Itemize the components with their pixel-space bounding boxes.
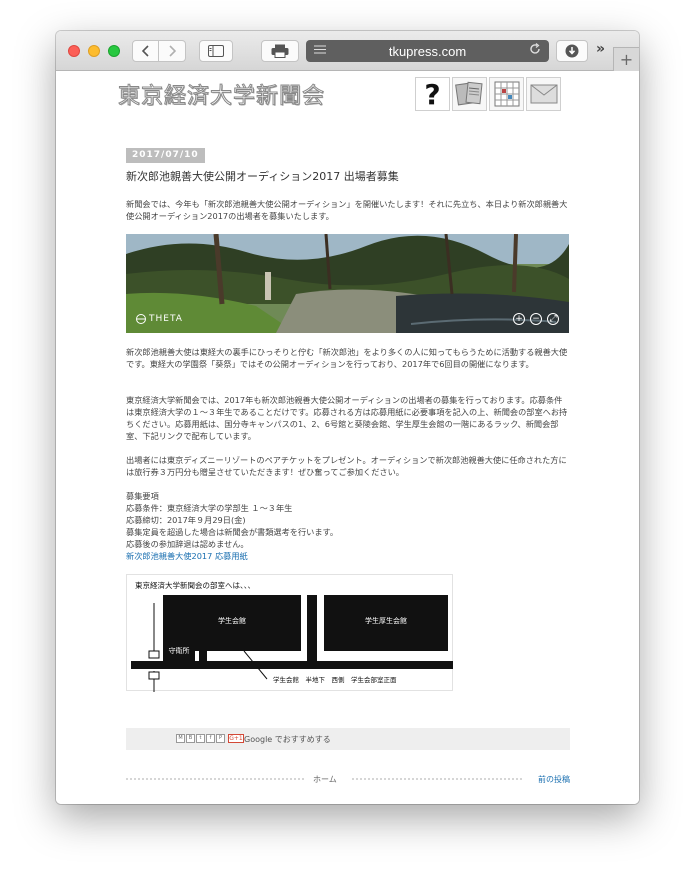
- browser-toolbar: tkupress.com » +: [56, 31, 639, 71]
- address-url: tkupress.com: [388, 43, 467, 59]
- map-building-left: 学生会館: [218, 616, 246, 625]
- navigation-buttons: [132, 40, 186, 62]
- post-date: 2017/07/10: [126, 148, 205, 163]
- print-button[interactable]: [261, 40, 299, 62]
- header-icon-nav: ?: [415, 77, 561, 111]
- theta-logo: THETA: [136, 314, 183, 324]
- post-footer-nav: ホーム 前の投稿: [126, 772, 570, 786]
- post-title[interactable]: 新次郎池親善大使公開オーディション2017 出場者募集: [126, 168, 399, 184]
- panorama-controls: + − ⤢: [513, 313, 559, 325]
- toolbar-overflow-icon[interactable]: »: [596, 41, 605, 57]
- zoom-out-icon[interactable]: −: [530, 313, 542, 325]
- question-icon[interactable]: ?: [415, 77, 450, 111]
- previous-post-link[interactable]: 前の投稿: [538, 774, 570, 785]
- browser-window: tkupress.com » + 東京経済大学新聞会 ? 2017/07/10: [56, 31, 639, 804]
- requirement-item: 応募締切：2017年９月29日(金): [126, 515, 246, 525]
- new-tab-button[interactable]: +: [613, 47, 639, 71]
- chevron-left-icon: [141, 45, 149, 57]
- panorama-viewer[interactable]: THETA + − ⤢: [126, 234, 569, 333]
- close-window-button[interactable]: [68, 45, 80, 57]
- map-drawing: 東京経済大学新聞会の部室へは、、、 学生会館 学生厚生会館 守衛所 学生会館 半…: [131, 580, 453, 692]
- post-intro: 新聞会では、今年も「新次郎池親善大使公開オーディション」を開催いたします！それに…: [126, 199, 568, 221]
- map-caption: 東京経済大学新聞会の部室へは、、、: [135, 580, 255, 590]
- zoom-window-button[interactable]: [108, 45, 120, 57]
- sidebar-icon: [208, 45, 224, 57]
- post-body-3: 出場者には東京ディズニーリゾートのペアチケットをプレゼント。オーディションで新次…: [126, 455, 567, 477]
- blog-share-icon[interactable]: B: [186, 734, 195, 743]
- post-body-1: 新次郎池親善大使は東経大の裏手にひっそりと佇む「新次郎池」をより多くの人に知って…: [126, 347, 568, 369]
- map-guard-house: 守衛所: [169, 646, 190, 655]
- printer-icon: [271, 44, 289, 58]
- map-building-right: 学生厚生会館: [365, 616, 407, 625]
- address-bar[interactable]: tkupress.com: [306, 40, 549, 62]
- chevron-right-icon: [169, 45, 176, 57]
- minimize-window-button[interactable]: [88, 45, 100, 57]
- share-icons: M B t f P G+1: [176, 734, 244, 743]
- back-button[interactable]: [132, 40, 159, 62]
- requirements-block: 募集要項 応募条件：東京経済大学の学部生 １～３年生 応募締切：2017年９月2…: [126, 490, 570, 562]
- site-logo[interactable]: 東京経済大学新聞会: [117, 78, 325, 110]
- reload-icon[interactable]: [529, 43, 541, 58]
- email-share-icon[interactable]: M: [176, 734, 185, 743]
- downloads-button[interactable]: [556, 40, 588, 62]
- requirement-item: 応募後の参加辞退は認めません。: [126, 539, 249, 549]
- google-plus-one-button[interactable]: G+1: [228, 734, 244, 743]
- pinterest-share-icon[interactable]: P: [216, 734, 225, 743]
- reader-view-icon[interactable]: [314, 44, 326, 58]
- requirement-item: 応募条件：東京経済大学の学部生 １～３年生: [126, 503, 293, 513]
- divider-dots: [126, 778, 304, 780]
- panorama-image: [126, 234, 569, 333]
- mail-icon[interactable]: [526, 77, 561, 111]
- club-room-map: 東京経済大学新聞会の部室へは、、、 学生会館 学生厚生会館 守衛所 学生会館 半…: [126, 574, 453, 692]
- google-recommend-text: Google でおすすめする: [244, 735, 331, 744]
- zoom-in-icon[interactable]: +: [513, 313, 525, 325]
- twitter-share-icon[interactable]: t: [196, 734, 205, 743]
- forward-button[interactable]: [159, 40, 186, 62]
- map-pointer-label: 学生会館 半地下 西側 学生会部室正面: [273, 675, 397, 684]
- fullscreen-icon[interactable]: ⤢: [547, 313, 559, 325]
- divider-dots: [352, 778, 522, 780]
- theta-icon: [136, 314, 146, 324]
- home-link[interactable]: ホーム: [313, 774, 337, 785]
- page-content: 東京経済大学新聞会 ? 2017/07/10 新次郎池親善大使公開オーディション…: [56, 72, 639, 804]
- calendar-grid-icon[interactable]: [489, 77, 524, 111]
- requirements-heading: 募集要項: [126, 491, 159, 501]
- facebook-share-icon[interactable]: f: [206, 734, 215, 743]
- download-icon: [565, 44, 579, 58]
- post-body-2: 東京経済大学新聞会では、2017年も新次郎池親善大使公開オーディションの出場者の…: [126, 395, 568, 441]
- application-form-link[interactable]: 新次郎池親善大使2017 応募用紙: [126, 550, 570, 562]
- newspaper-icon[interactable]: [452, 77, 487, 111]
- share-bar: M B t f P G+1 Google でおすすめする: [126, 728, 570, 750]
- sidebar-toggle-button[interactable]: [199, 40, 233, 62]
- requirement-item: 募集定員を超過した場合は新聞会が書類選考を行います。: [126, 527, 339, 537]
